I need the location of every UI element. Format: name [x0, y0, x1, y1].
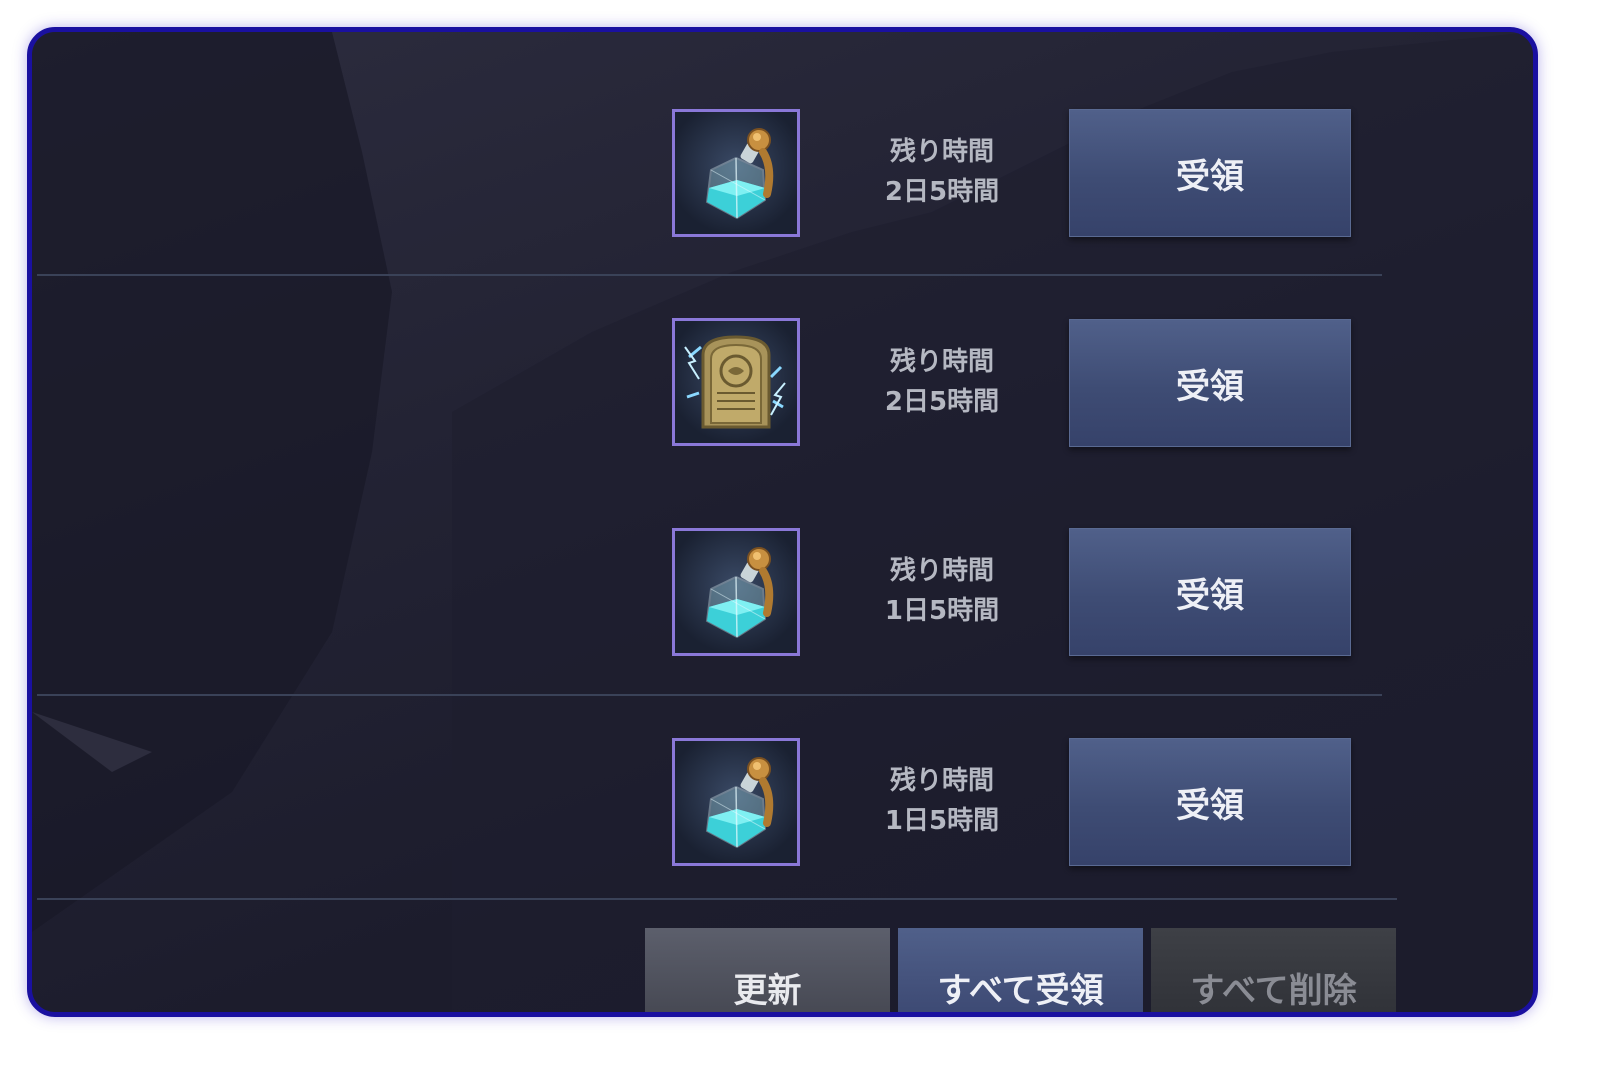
reward-item-slot[interactable]: [672, 318, 800, 446]
remaining-time-label: 残り時間: [889, 556, 994, 586]
remaining-time-label: 残り時間: [889, 766, 994, 796]
reward-item-slot[interactable]: [672, 738, 800, 866]
remaining-time-value: 1日5時間: [884, 806, 1000, 836]
delete-all-button[interactable]: すべて削除: [1151, 928, 1396, 1012]
row-divider: [37, 274, 1382, 276]
claim-button[interactable]: 受領: [1069, 738, 1351, 866]
remaining-time-value: 2日5時間: [884, 387, 1000, 417]
remaining-time: 残り時間 2日5時間: [862, 132, 1022, 212]
remaining-time-label: 残り時間: [889, 137, 994, 167]
golden-tablet-icon: [681, 327, 791, 437]
mailbox-panel: 残り時間 2日5時間 受領 残り時間 2日5時間 受領 残り時間 1日5時間 受…: [27, 27, 1538, 1017]
remaining-time: 残り時間 2日5時間: [862, 342, 1022, 422]
remaining-time-label: 残り時間: [889, 347, 994, 377]
row-divider: [37, 694, 1382, 696]
remaining-time: 残り時間 1日5時間: [862, 761, 1022, 841]
claim-button[interactable]: 受領: [1069, 109, 1351, 237]
reward-item-slot[interactable]: [672, 109, 800, 237]
refresh-button[interactable]: 更新: [645, 928, 890, 1012]
remaining-time: 残り時間 1日5時間: [862, 551, 1022, 631]
claim-all-button[interactable]: すべて受領: [898, 928, 1143, 1012]
remaining-time-value: 1日5時間: [884, 596, 1000, 626]
potion-bottle-icon: [681, 537, 791, 647]
claim-button[interactable]: 受領: [1069, 528, 1351, 656]
claim-button[interactable]: 受領: [1069, 319, 1351, 447]
remaining-time-value: 2日5時間: [884, 177, 1000, 207]
reward-item-slot[interactable]: [672, 528, 800, 656]
row-divider: [37, 898, 1397, 900]
potion-bottle-icon: [681, 118, 791, 228]
potion-bottle-icon: [681, 747, 791, 857]
